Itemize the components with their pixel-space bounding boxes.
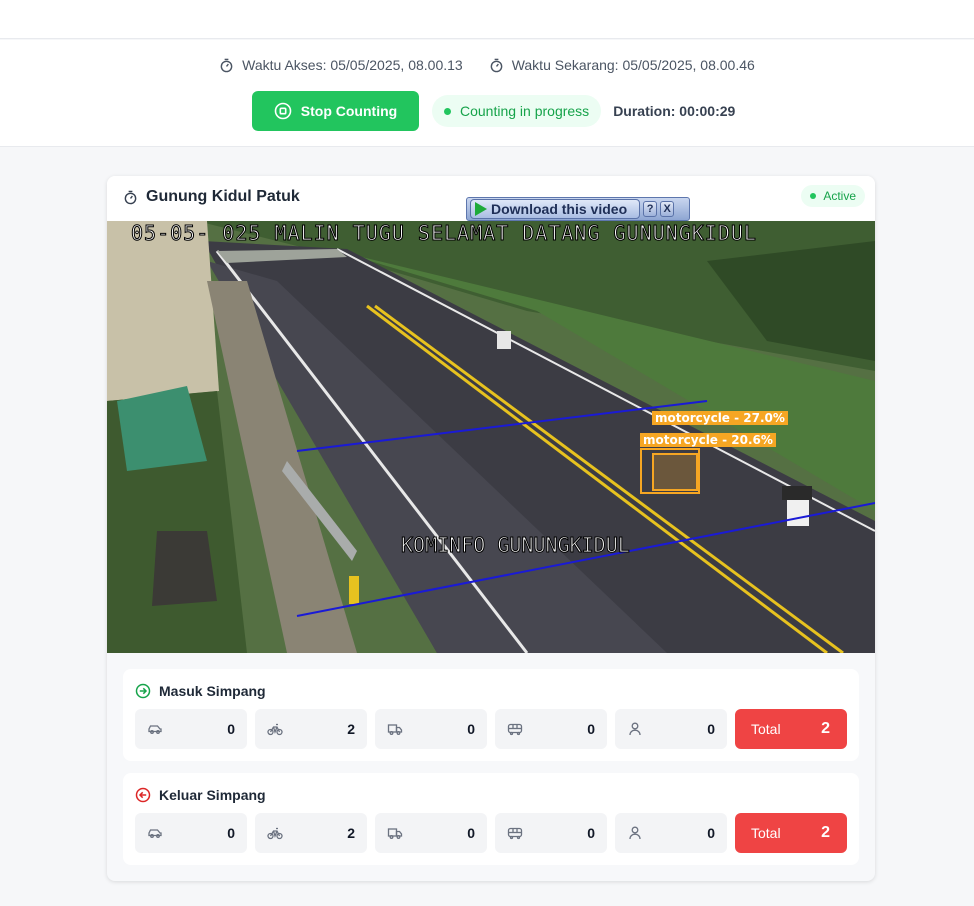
download-video-button[interactable]: Download this video (470, 199, 641, 219)
stopwatch-icon (124, 190, 137, 204)
stopwatch-icon (490, 58, 503, 72)
status-dot (810, 193, 817, 199)
count-tile-truck: 0 (375, 813, 487, 853)
access-time-text: Waktu Akses: 05/05/2025, 08.00.13 (242, 57, 463, 73)
stopwatch-icon (220, 58, 233, 72)
bicycle-icon (267, 723, 283, 736)
download-video-label: Download this video (491, 201, 628, 217)
car-icon (148, 725, 162, 734)
stop-circle-icon (274, 102, 292, 120)
arrow-left-circle-icon (135, 787, 151, 803)
count-tile-car: 0 (135, 813, 247, 853)
detection-label: motorcycle - 27.0% (652, 411, 788, 425)
top-bar (0, 0, 974, 39)
count-value: 2 (347, 721, 355, 737)
count-tile-person: 0 (615, 813, 727, 853)
count-value: 0 (467, 721, 475, 737)
bus-icon (507, 723, 523, 736)
play-icon (475, 202, 487, 216)
camera-status-badge: Active (801, 185, 865, 207)
time-info: Waktu Akses: 05/05/2025, 08.00.13 Waktu … (0, 57, 974, 73)
keluar-simpang-title: Keluar Simpang (135, 787, 266, 803)
count-tile-car: 0 (135, 709, 247, 749)
count-tile-bicycle: 2 (255, 709, 367, 749)
access-time: Waktu Akses: 05/05/2025, 08.00.13 (219, 57, 463, 73)
count-value: 0 (227, 721, 235, 737)
download-video-toolbar: Download this video ? X (466, 197, 690, 221)
current-time: Waktu Sekarang: 05/05/2025, 08.00.46 (489, 57, 755, 73)
count-tile-bus: 0 (495, 709, 607, 749)
total-label: Total (751, 721, 781, 737)
camera-osd-bottom: KOMINFO GUNUNGKIDUL (401, 533, 631, 558)
truck-icon (387, 828, 403, 839)
status-dot (444, 107, 451, 115)
stop-counting-button[interactable]: Stop Counting (252, 91, 419, 131)
count-value: 0 (587, 721, 595, 737)
count-tile-bicycle: 2 (255, 813, 367, 853)
person-icon (629, 722, 641, 736)
masuk-count-tiles: 0 2 0 0 0 Total 2 (135, 709, 847, 749)
count-value: 0 (587, 825, 595, 841)
camera-osd-top: 05-05- 025 MALIN TUGU SELAMAT DATANG GUN… (131, 221, 757, 246)
stop-counting-label: Stop Counting (300, 103, 398, 119)
current-time-text: Waktu Sekarang: 05/05/2025, 08.00.46 (511, 57, 755, 73)
total-value: 2 (821, 720, 830, 737)
total-label: Total (751, 825, 781, 841)
arrow-right-circle-icon (135, 683, 151, 699)
keluar-count-tiles: 0 2 0 0 0 Total 2 (135, 813, 847, 853)
count-tile-truck: 0 (375, 709, 487, 749)
camera-title: Gunung Kidul Patuk (123, 188, 300, 206)
counting-controls: Stop Counting Counting in progress Durat… (252, 91, 735, 131)
camera-status-text: Active (823, 189, 856, 203)
masuk-simpang-panel: Masuk Simpang 0 2 0 0 0 Total 2 (123, 669, 859, 761)
count-value: 0 (707, 721, 715, 737)
counting-header: Waktu Akses: 05/05/2025, 08.00.13 Waktu … (0, 40, 974, 147)
counting-status-badge: Counting in progress (432, 95, 602, 127)
count-value: 0 (467, 825, 475, 841)
total-value: 2 (821, 824, 830, 841)
masuk-simpang-title: Masuk Simpang (135, 683, 266, 699)
camera-card: Gunung Kidul Patuk Active 05-05- 025 MAL… (107, 176, 875, 881)
keluar-total-tile: Total 2 (735, 813, 847, 853)
truck-icon (387, 724, 403, 735)
count-value: 0 (707, 825, 715, 841)
detection-label: motorcycle - 20.6% (640, 433, 776, 447)
duration-text: Duration: 00:00:29 (613, 103, 736, 119)
car-icon (148, 829, 162, 838)
count-tile-person: 0 (615, 709, 727, 749)
bus-icon (507, 827, 523, 840)
count-value: 0 (227, 825, 235, 841)
count-tile-bus: 0 (495, 813, 607, 853)
counting-status-text: Counting in progress (460, 103, 590, 119)
close-button[interactable]: X (660, 201, 675, 217)
masuk-total-tile: Total 2 (735, 709, 847, 749)
bicycle-icon (267, 827, 283, 840)
person-icon (629, 826, 641, 840)
masuk-simpang-title-text: Masuk Simpang (159, 683, 266, 699)
camera-video-feed[interactable]: 05-05- 025 MALIN TUGU SELAMAT DATANG GUN… (107, 221, 875, 653)
help-button[interactable]: ? (643, 201, 658, 217)
detection-box (652, 453, 698, 491)
keluar-simpang-panel: Keluar Simpang 0 2 0 0 0 Total 2 (123, 773, 859, 865)
count-value: 2 (347, 825, 355, 841)
camera-title-text: Gunung Kidul Patuk (146, 188, 300, 205)
keluar-simpang-title-text: Keluar Simpang (159, 787, 266, 803)
